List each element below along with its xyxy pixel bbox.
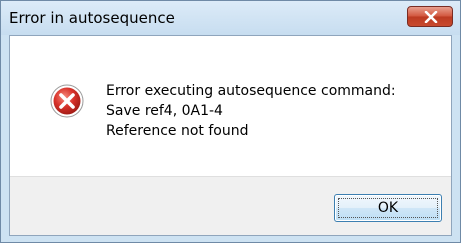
close-icon: [424, 11, 438, 23]
button-bar: OK: [10, 176, 451, 235]
dialog-window: Error in autosequence Error executing au…: [0, 0, 461, 243]
ok-button-label: OK: [377, 200, 399, 216]
close-button[interactable]: [407, 6, 453, 27]
message-panel: Error executing autosequence command: Sa…: [10, 36, 451, 176]
dialog-client-area: Error executing autosequence command: Sa…: [9, 35, 452, 236]
title-bar[interactable]: Error in autosequence: [1, 1, 460, 35]
message-line: Reference not found: [106, 123, 249, 139]
error-message: Error executing autosequence command: Sa…: [106, 81, 396, 141]
message-line: Error executing autosequence command:: [106, 83, 396, 99]
error-icon: [50, 84, 84, 118]
ok-button[interactable]: OK: [334, 194, 442, 222]
message-line: Save ref4, 0A1-4: [106, 103, 223, 119]
window-title: Error in autosequence: [9, 9, 175, 27]
